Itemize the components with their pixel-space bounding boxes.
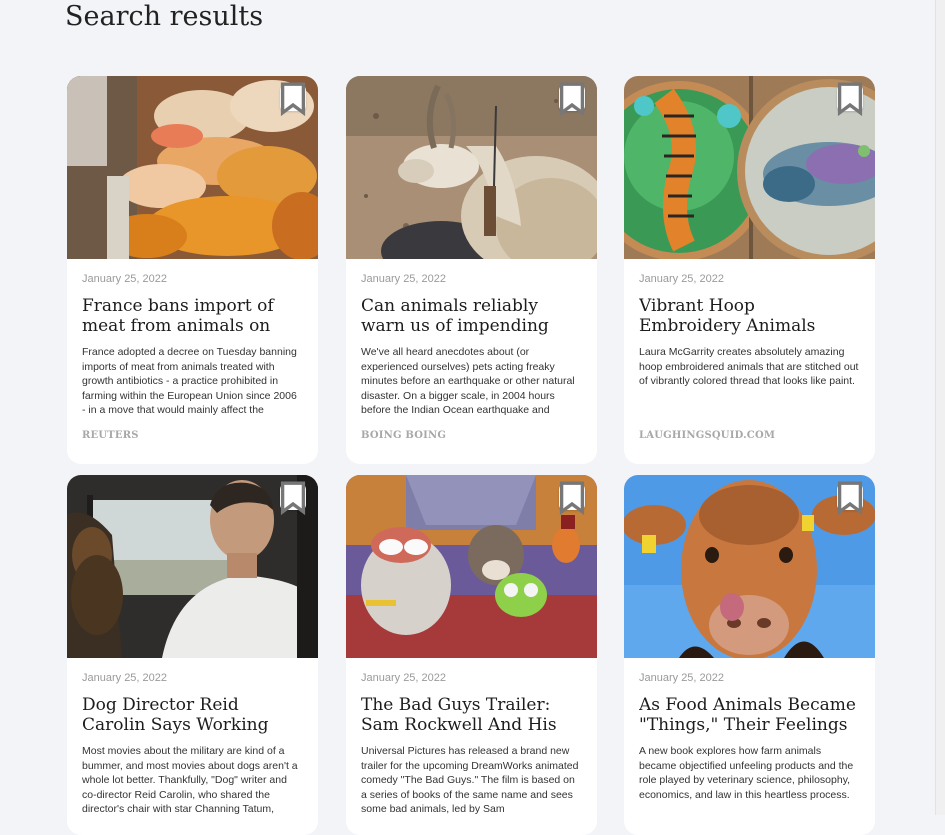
bookmark-icon	[280, 82, 306, 116]
result-card[interactable]: January 25, 2022 France bans import of m…	[67, 76, 318, 464]
bookmark-icon	[559, 481, 585, 515]
card-title[interactable]: Dog Director Reid Carolin Says Working W…	[82, 695, 303, 735]
bookmark-button[interactable]	[280, 481, 306, 515]
card-title[interactable]: France bans import of meat from animals …	[82, 296, 303, 336]
card-source[interactable]: BOING BOING	[361, 429, 582, 443]
card-title[interactable]: The Bad Guys Trailer: Sam Rockwell And H…	[361, 695, 582, 735]
card-date: January 25, 2022	[82, 273, 168, 285]
card-image[interactable]	[624, 76, 875, 259]
card-date: January 25, 2022	[639, 672, 725, 684]
card-date: January 25, 2022	[82, 672, 168, 684]
card-image[interactable]	[346, 76, 597, 259]
card-title[interactable]: Vibrant Hoop Embroidery Animals	[639, 296, 860, 336]
card-description: We've all heard anecdotes about (or expe…	[361, 346, 575, 416]
bookmark-button[interactable]	[837, 82, 863, 116]
card-image[interactable]	[67, 76, 318, 259]
card-date: January 25, 2022	[361, 273, 447, 285]
card-title[interactable]: Can animals reliably warn us of impendin…	[361, 296, 582, 336]
bookmark-button[interactable]	[837, 481, 863, 515]
card-image[interactable]	[624, 475, 875, 658]
bookmark-button[interactable]	[280, 82, 306, 116]
card-description: France adopted a decree on Tuesday banni…	[82, 346, 297, 416]
result-card[interactable]: January 25, 2022 The Bad Guys Trailer: S…	[346, 475, 597, 835]
card-description: Universal Pictures has released a brand …	[361, 745, 579, 815]
card-image[interactable]	[346, 475, 597, 658]
result-card[interactable]: January 25, 2022 As Food Animals Became …	[624, 475, 875, 835]
bookmark-icon	[837, 82, 863, 116]
card-date: January 25, 2022	[639, 273, 725, 285]
bookmark-button[interactable]	[559, 481, 585, 515]
bookmark-icon	[280, 481, 306, 515]
bookmark-button[interactable]	[559, 82, 585, 116]
bookmark-icon	[837, 481, 863, 515]
page-scrollbar[interactable]	[935, 0, 945, 815]
bookmark-icon	[559, 82, 585, 116]
card-description: Most movies about the military are kind …	[82, 745, 298, 815]
card-title[interactable]: As Food Animals Became "Things," Their F…	[639, 695, 860, 735]
card-image[interactable]	[67, 475, 318, 658]
card-description: Laura McGarrity creates absolutely amazi…	[639, 346, 859, 387]
page-title: Search results	[65, 1, 264, 32]
result-card[interactable]: January 25, 2022 Vibrant Hoop Embroidery…	[624, 76, 875, 464]
card-source[interactable]: LAUGHINGSQUID.COM	[639, 429, 860, 443]
card-source[interactable]: REUTERS	[82, 429, 303, 443]
result-card[interactable]: January 25, 2022 Dog Director Reid Carol…	[67, 475, 318, 835]
card-date: January 25, 2022	[361, 672, 447, 684]
card-description: A new book explores how farm animals bec…	[639, 745, 854, 801]
result-card[interactable]: January 25, 2022 Can animals reliably wa…	[346, 76, 597, 464]
